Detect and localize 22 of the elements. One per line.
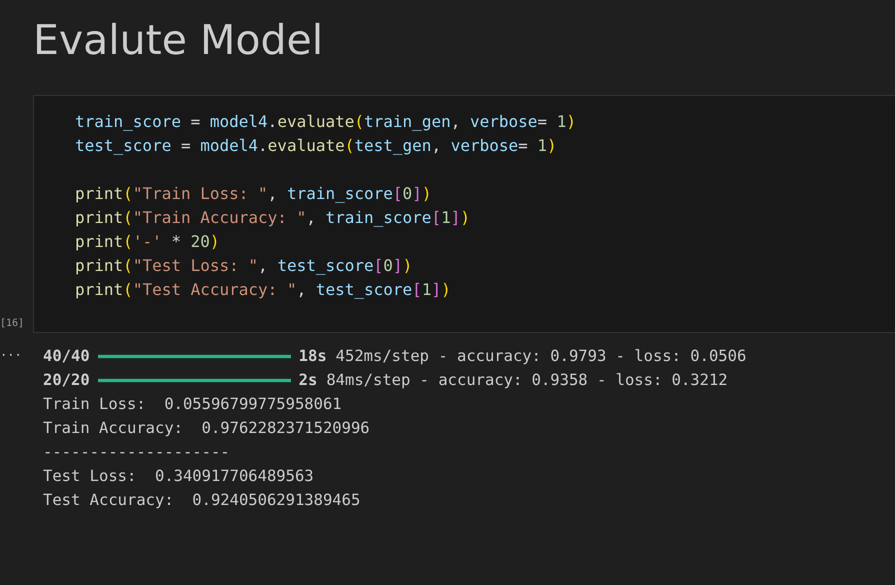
code-cell[interactable]	[33, 95, 895, 333]
execution-count: [16]	[0, 318, 24, 331]
progress-count: 20/20	[43, 370, 90, 391]
code-line: print("Train Accuracy: ", train_score[1])	[75, 207, 471, 229]
output-line: Train Accuracy: 0.9762282371520996	[43, 418, 371, 439]
markdown-heading: Evalute Model	[32, 15, 324, 66]
progress-time: 2s	[298, 370, 318, 391]
output-line: --------------------	[43, 442, 231, 463]
output-menu[interactable]: ···	[0, 345, 22, 365]
code-line: print("Test Accuracy: ", test_score[1])	[75, 279, 452, 301]
code-line: print("Test Loss: ", test_score[0])	[75, 255, 414, 277]
progress-time: 18s	[298, 346, 327, 367]
output-line: Train Loss: 0.05596799775958061	[43, 394, 343, 415]
code-line: train_score = model4.evaluate(train_gen, verbose= 1)	[75, 111, 577, 133]
code-line: print('-' * 20)	[75, 231, 221, 253]
output-line: Test Accuracy: 0.9240506291389465	[43, 490, 362, 511]
progress-stats: 84ms/step - accuracy: 0.9358 - loss: 0.3212	[326, 370, 728, 391]
code-line: test_score = model4.evaluate(test_gen, verbose= 1)	[75, 135, 558, 157]
code-line: print("Train Loss: ", train_score[0])	[75, 183, 432, 205]
progress-count: 40/40	[43, 346, 90, 367]
output-line: Test Loss: 0.340917706489563	[43, 466, 315, 487]
progress-stats: 452ms/step - accuracy: 0.9793 - loss: 0.0506	[336, 346, 746, 367]
